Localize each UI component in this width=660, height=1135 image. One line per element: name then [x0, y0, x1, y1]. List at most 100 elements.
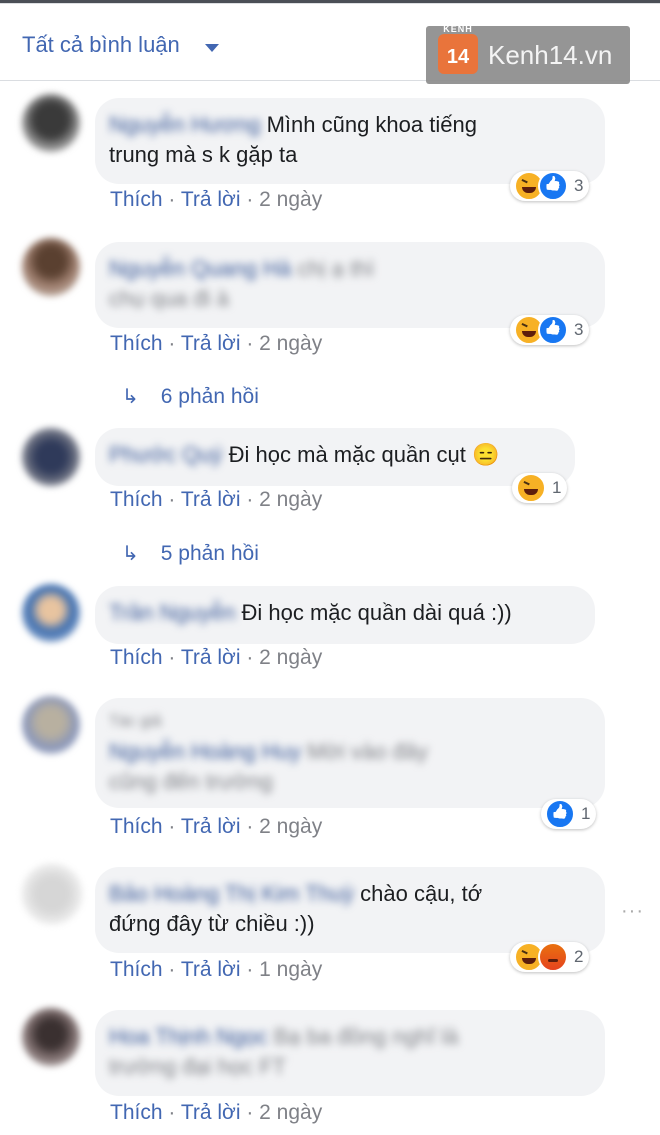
timestamp[interactable]: 2 ngày [259, 646, 322, 669]
comment-bubble: Tác giả Nguyễn Hoàng Huy Mời vào đây cũn… [95, 698, 605, 808]
avatar[interactable] [22, 238, 80, 296]
like-link[interactable]: Thích [110, 1101, 163, 1124]
timestamp[interactable]: 2 ngày [259, 1101, 322, 1124]
reply-link[interactable]: Trả lời [181, 646, 241, 669]
like-link[interactable]: Thích [110, 488, 163, 511]
comment-actions: Thích · Trả lời · 2 ngày [110, 188, 322, 212]
avatar[interactable] [22, 1008, 80, 1066]
comment-text-line2: đứng đây từ chiều :)) [109, 911, 315, 936]
reaction-summary[interactable]: 2 [510, 942, 590, 972]
replies-count-label[interactable]: 6 phản hồi [161, 385, 259, 408]
comment-actions: Thích · Trả lời · 2 ngày [110, 646, 322, 670]
comment-author[interactable]: Nguyễn Hoàng Huy [109, 739, 301, 764]
like-link[interactable]: Thích [110, 958, 163, 981]
reply-link[interactable]: Trả lời [181, 188, 241, 211]
view-replies-link[interactable]: ↳ 6 phản hồi [122, 384, 259, 409]
reaction-summary[interactable]: 1 [512, 473, 568, 503]
like-icon [545, 799, 575, 829]
separator: · [162, 646, 181, 669]
comment-text-line1: Bạ ba đồng nghĩ là [273, 1024, 459, 1049]
comment-text-line2: trường đại học FT [109, 1054, 287, 1079]
avatar[interactable] [22, 428, 80, 486]
comment-text-line1: chị ạ thì [297, 256, 375, 281]
comment-author[interactable]: Hoa Thịnh Ngọc [109, 1024, 268, 1049]
like-link[interactable]: Thích [110, 815, 163, 838]
separator: · [162, 188, 181, 211]
comment-actions: Thích · Trả lời · 2 ngày [110, 488, 322, 512]
comment-author[interactable]: Bảo Hoàng Thị Kim Thuỳ [109, 881, 354, 906]
reply-link[interactable]: Trả lời [181, 332, 241, 355]
like-icon [538, 315, 568, 345]
avatar[interactable] [22, 696, 80, 754]
comment-bubble: Hoa Thịnh Ngọc Bạ ba đồng nghĩ là trường… [95, 1010, 605, 1096]
reaction-summary[interactable]: 3 [510, 315, 590, 345]
avatar[interactable] [22, 94, 80, 152]
avatar[interactable] [22, 864, 82, 924]
more-options-icon[interactable]: ··· [621, 900, 644, 923]
separator: · [162, 488, 181, 511]
comment-bubble: Trần Nguyễn Đi học mặc quần dài quá :)) [95, 586, 595, 644]
separator: · [240, 1101, 260, 1124]
replies-count-label[interactable]: 5 phản hồi [161, 542, 259, 565]
comment-text: Đi học mặc quần dài quá :)) [241, 600, 512, 625]
separator: · [162, 958, 181, 981]
kenh14-logo: KÊNH 14 [438, 24, 478, 74]
avatar[interactable] [22, 584, 80, 642]
timestamp[interactable]: 2 ngày [259, 815, 322, 838]
comment-text-line1: Mời vào đây [307, 739, 428, 764]
reaction-count: 1 [552, 478, 562, 497]
view-replies-link[interactable]: ↳ 5 phản hồi [122, 541, 259, 566]
comment-text-line1: chào cậu, tớ [360, 881, 483, 906]
comment-header: Tác giả [109, 713, 162, 730]
separator: · [240, 188, 260, 211]
reply-link[interactable]: Trả lời [181, 958, 241, 981]
reaction-count: 1 [581, 804, 591, 823]
timestamp[interactable]: 1 ngày [259, 958, 322, 981]
comment-actions: Thích · Trả lời · 2 ngày [110, 815, 322, 839]
comments-sort-bar: Tất cả bình luận KÊNH 14 Kenh14.vn [0, 4, 660, 84]
like-link[interactable]: Thích [110, 332, 163, 355]
comment-text-line2: chụ qua đi à [109, 286, 229, 311]
comment-author[interactable]: Phước Quý [109, 442, 223, 467]
reaction-count: 3 [574, 176, 584, 195]
comment-actions: Thích · Trả lời · 1 ngày [110, 958, 322, 982]
caret-down-icon[interactable] [205, 44, 219, 52]
kenh14-watermark: KÊNH 14 Kenh14.vn [426, 24, 630, 84]
comment-actions: Thích · Trả lời · 2 ngày [110, 1101, 322, 1125]
reply-link[interactable]: Trả lời [181, 1101, 241, 1124]
angry-icon [538, 942, 568, 972]
comment-text: Đi học mà mặc quần cụt 😑 [228, 442, 500, 467]
reply-link[interactable]: Trả lời [181, 488, 241, 511]
timestamp[interactable]: 2 ngày [259, 488, 322, 511]
timestamp[interactable]: 2 ngày [259, 332, 322, 355]
comment-actions: Thích · Trả lời · 2 ngày [110, 332, 322, 356]
separator: · [162, 332, 181, 355]
separator: · [162, 815, 181, 838]
comment-author[interactable]: Nguyễn Quang Hà [109, 256, 291, 281]
reaction-summary[interactable]: 1 [541, 799, 597, 829]
reaction-count: 2 [574, 947, 584, 966]
sort-dropdown-label[interactable]: Tất cả bình luận [22, 32, 180, 58]
like-link[interactable]: Thích [110, 188, 163, 211]
comment-text-line2: trung mà s k gặp ta [109, 142, 298, 167]
comment-author[interactable]: Trần Nguyễn [109, 600, 235, 625]
timestamp[interactable]: 2 ngày [259, 188, 322, 211]
reaction-count: 3 [574, 320, 584, 339]
separator: · [240, 815, 260, 838]
comment-bubble: Phước Quý Đi học mà mặc quần cụt 😑 [95, 428, 575, 486]
separator: · [240, 488, 260, 511]
comment-text-line2: cũng đến trường [109, 769, 273, 794]
separator: · [240, 646, 260, 669]
comment-author[interactable]: Nguyễn Hương [109, 112, 260, 137]
reply-arrow-icon: ↳ [122, 386, 139, 408]
haha-icon [516, 473, 546, 503]
like-icon [538, 171, 568, 201]
separator: · [162, 1101, 181, 1124]
separator: · [240, 958, 260, 981]
like-link[interactable]: Thích [110, 646, 163, 669]
reaction-summary[interactable]: 3 [510, 171, 590, 201]
comment-bubble: Bảo Hoàng Thị Kim Thuỳ chào cậu, tớ đứng… [95, 867, 605, 953]
watermark-text: Kenh14.vn [488, 40, 613, 70]
reply-link[interactable]: Trả lời [181, 815, 241, 838]
comment-text-line1: Mình cũng khoa tiếng [266, 112, 477, 137]
